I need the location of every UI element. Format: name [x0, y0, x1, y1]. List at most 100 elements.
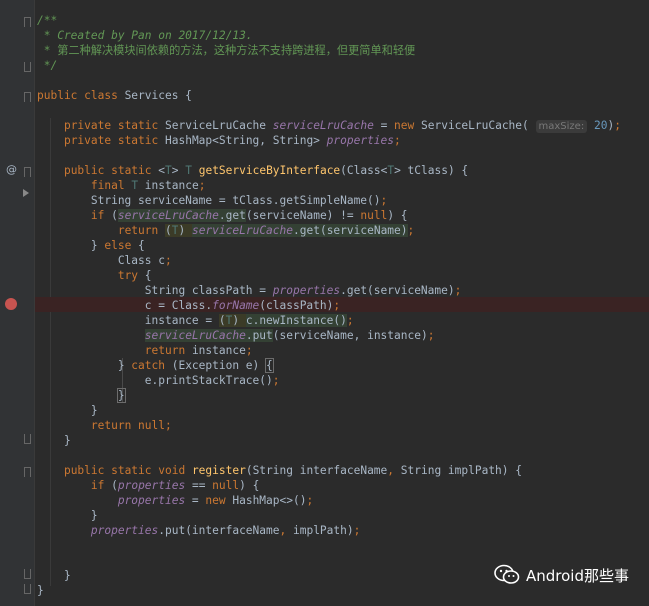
code-token: .get(serviceName): [340, 284, 455, 297]
code-token: (Class<: [340, 164, 388, 177]
code-token: ;: [407, 224, 415, 237]
code-token: ): [232, 314, 246, 327]
code-token: ;: [380, 194, 388, 207]
code-token: getServiceByInterface: [198, 164, 341, 177]
fold-marker-icon[interactable]: [24, 167, 31, 177]
code-line[interactable]: * Created by Pan on 2017/12/13.: [37, 28, 621, 43]
fold-marker-icon[interactable]: [24, 92, 31, 102]
implement-arrow-icon[interactable]: [23, 189, 29, 197]
code-line[interactable]: if (serviceLruCache.get(serviceName) != …: [37, 208, 621, 223]
code-token: >: [171, 164, 186, 177]
code-token: public static void: [63, 464, 192, 477]
fold-end-marker-icon[interactable]: [24, 62, 31, 72]
code-token: properties: [90, 524, 159, 537]
code-token: ;: [427, 329, 435, 342]
code-token: new: [205, 494, 233, 507]
code-token: private static: [63, 119, 165, 132]
code-token: {: [138, 239, 145, 252]
code-line[interactable]: properties = new HashMap<>();: [37, 493, 621, 508]
code-token: public static: [63, 164, 159, 177]
code-line[interactable]: private static HashMap<String, String> p…: [37, 133, 621, 148]
code-token: register: [191, 464, 246, 477]
code-line[interactable]: } else {: [37, 238, 621, 253]
code-line[interactable]: if (properties == null) {: [37, 478, 621, 493]
code-line[interactable]: */: [37, 58, 621, 73]
breakpoint-dot-icon[interactable]: [5, 298, 17, 310]
code-token: */: [37, 59, 58, 72]
code-line[interactable]: instance = (T) c.newInstance();: [37, 313, 621, 328]
code-token: ) {: [239, 479, 260, 492]
code-token: .get(serviceName): [293, 224, 408, 237]
code-line[interactable]: }: [37, 433, 621, 448]
parameter-hint: maxSize:: [535, 120, 588, 133]
code-line[interactable]: [37, 538, 621, 553]
code-token: public class: [37, 89, 125, 102]
code-line[interactable]: serviceLruCache.put(serviceName, instanc…: [37, 328, 621, 343]
override-marker-icon[interactable]: @: [6, 163, 17, 176]
code-token: .put: [245, 329, 273, 342]
code-token: =: [185, 494, 206, 507]
code-line[interactable]: [37, 103, 621, 118]
code-line[interactable]: }: [37, 403, 621, 418]
code-token: c = Class.: [37, 299, 213, 312]
code-line[interactable]: properties.put(interfaceName, implPath);: [37, 523, 621, 538]
code-token: ;: [272, 374, 280, 387]
code-line[interactable]: Class c;: [37, 253, 621, 268]
fold-end-marker-icon[interactable]: [24, 584, 31, 594]
code-token: ;: [306, 494, 314, 507]
code-line[interactable]: c = Class.forName(classPath);: [37, 298, 621, 313]
fold-end-marker-icon[interactable]: [24, 434, 31, 444]
code-line[interactable]: } catch (Exception e) {: [37, 358, 621, 373]
code-line[interactable]: public class Services {: [37, 88, 621, 103]
code-token: (serviceName, instance): [272, 329, 428, 342]
code-token: ;: [346, 314, 354, 327]
code-editor[interactable]: /** * Created by Pan on 2017/12/13. * 第二…: [37, 13, 621, 598]
code-token: HashMap<String, String>: [165, 134, 327, 147]
code-line[interactable]: * 第二种解决模块间依赖的方法，这种方法不支持跨进程，但更简单和轻便: [37, 43, 621, 58]
code-token: ServiceLruCache(: [421, 119, 536, 132]
code-line[interactable]: [37, 73, 621, 88]
code-line[interactable]: String classPath = properties.get(servic…: [37, 283, 621, 298]
code-token: }: [37, 359, 132, 372]
code-line[interactable]: return instance;: [37, 343, 621, 358]
code-line[interactable]: /**: [37, 13, 621, 28]
code-line[interactable]: return null;: [37, 418, 621, 433]
code-line[interactable]: return (T) serviceLruCache.get(serviceNa…: [37, 223, 621, 238]
code-line[interactable]: public static void register(String inter…: [37, 463, 621, 478]
fold-marker-icon[interactable]: [24, 467, 31, 477]
code-line[interactable]: public static <T> T getServiceByInterfac…: [37, 163, 621, 178]
code-token: {: [144, 269, 152, 282]
code-line[interactable]: final T instance;: [37, 178, 621, 193]
code-token: String serviceName = tClass.getSimpleNam…: [37, 194, 381, 207]
code-line[interactable]: try {: [37, 268, 621, 283]
code-token: properties: [117, 494, 186, 507]
code-line[interactable]: [37, 448, 621, 463]
code-token: instance =: [37, 314, 219, 327]
code-token: serviceLruCache: [117, 209, 219, 222]
code-line[interactable]: }: [37, 388, 621, 403]
code-token: ,: [387, 464, 401, 477]
code-token: }: [37, 404, 98, 417]
code-token: else: [104, 239, 139, 252]
code-token: <: [158, 164, 165, 177]
fold-marker-icon[interactable]: [24, 17, 31, 27]
code-token: /**: [37, 14, 58, 27]
code-token: null: [212, 479, 240, 492]
code-token: * 第二种解决模块间依赖的方法，这种方法不支持跨进程，但更简单和轻便: [37, 44, 416, 57]
code-line[interactable]: String serviceName = tClass.getSimpleNam…: [37, 193, 621, 208]
fold-end-marker-icon[interactable]: [24, 569, 31, 579]
code-token: instance: [144, 179, 199, 192]
code-line[interactable]: private static ServiceLruCache serviceLr…: [37, 118, 621, 133]
wechat-icon: [494, 564, 520, 584]
code-line[interactable]: [37, 148, 621, 163]
code-line[interactable]: }: [37, 508, 621, 523]
code-token: private static: [63, 134, 165, 147]
code-line[interactable]: e.printStackTrace();: [37, 373, 621, 388]
code-token: catch: [131, 359, 172, 372]
